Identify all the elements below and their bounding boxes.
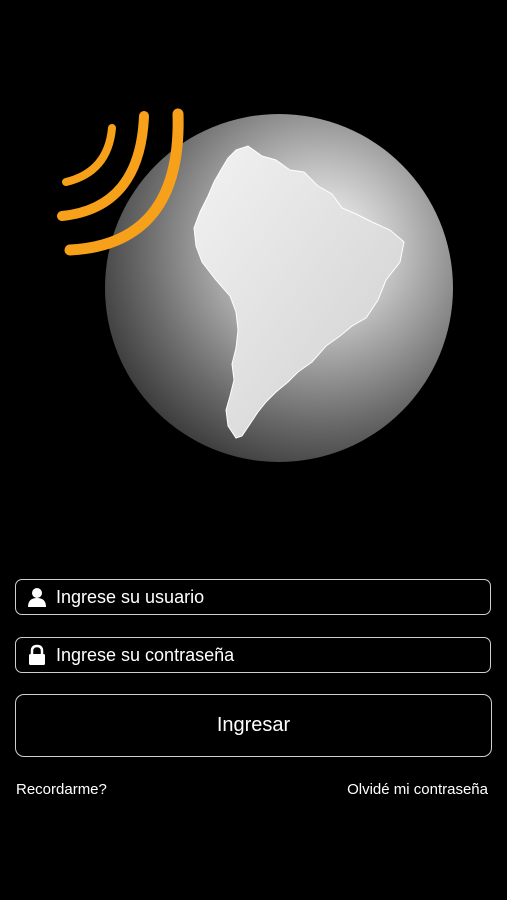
signal-wave-small	[62, 124, 116, 186]
remember-me-link[interactable]: Recordarme?	[16, 781, 107, 798]
user-icon	[26, 586, 48, 608]
lock-icon	[26, 644, 48, 666]
app-logo	[57, 108, 453, 462]
login-button[interactable]: Ingresar	[15, 694, 492, 757]
username-field[interactable]	[15, 579, 491, 615]
forgot-password-link[interactable]: Olvidé mi contraseña	[347, 781, 488, 798]
password-field[interactable]	[15, 637, 491, 673]
username-input[interactable]	[56, 580, 490, 614]
password-input[interactable]	[56, 638, 490, 672]
